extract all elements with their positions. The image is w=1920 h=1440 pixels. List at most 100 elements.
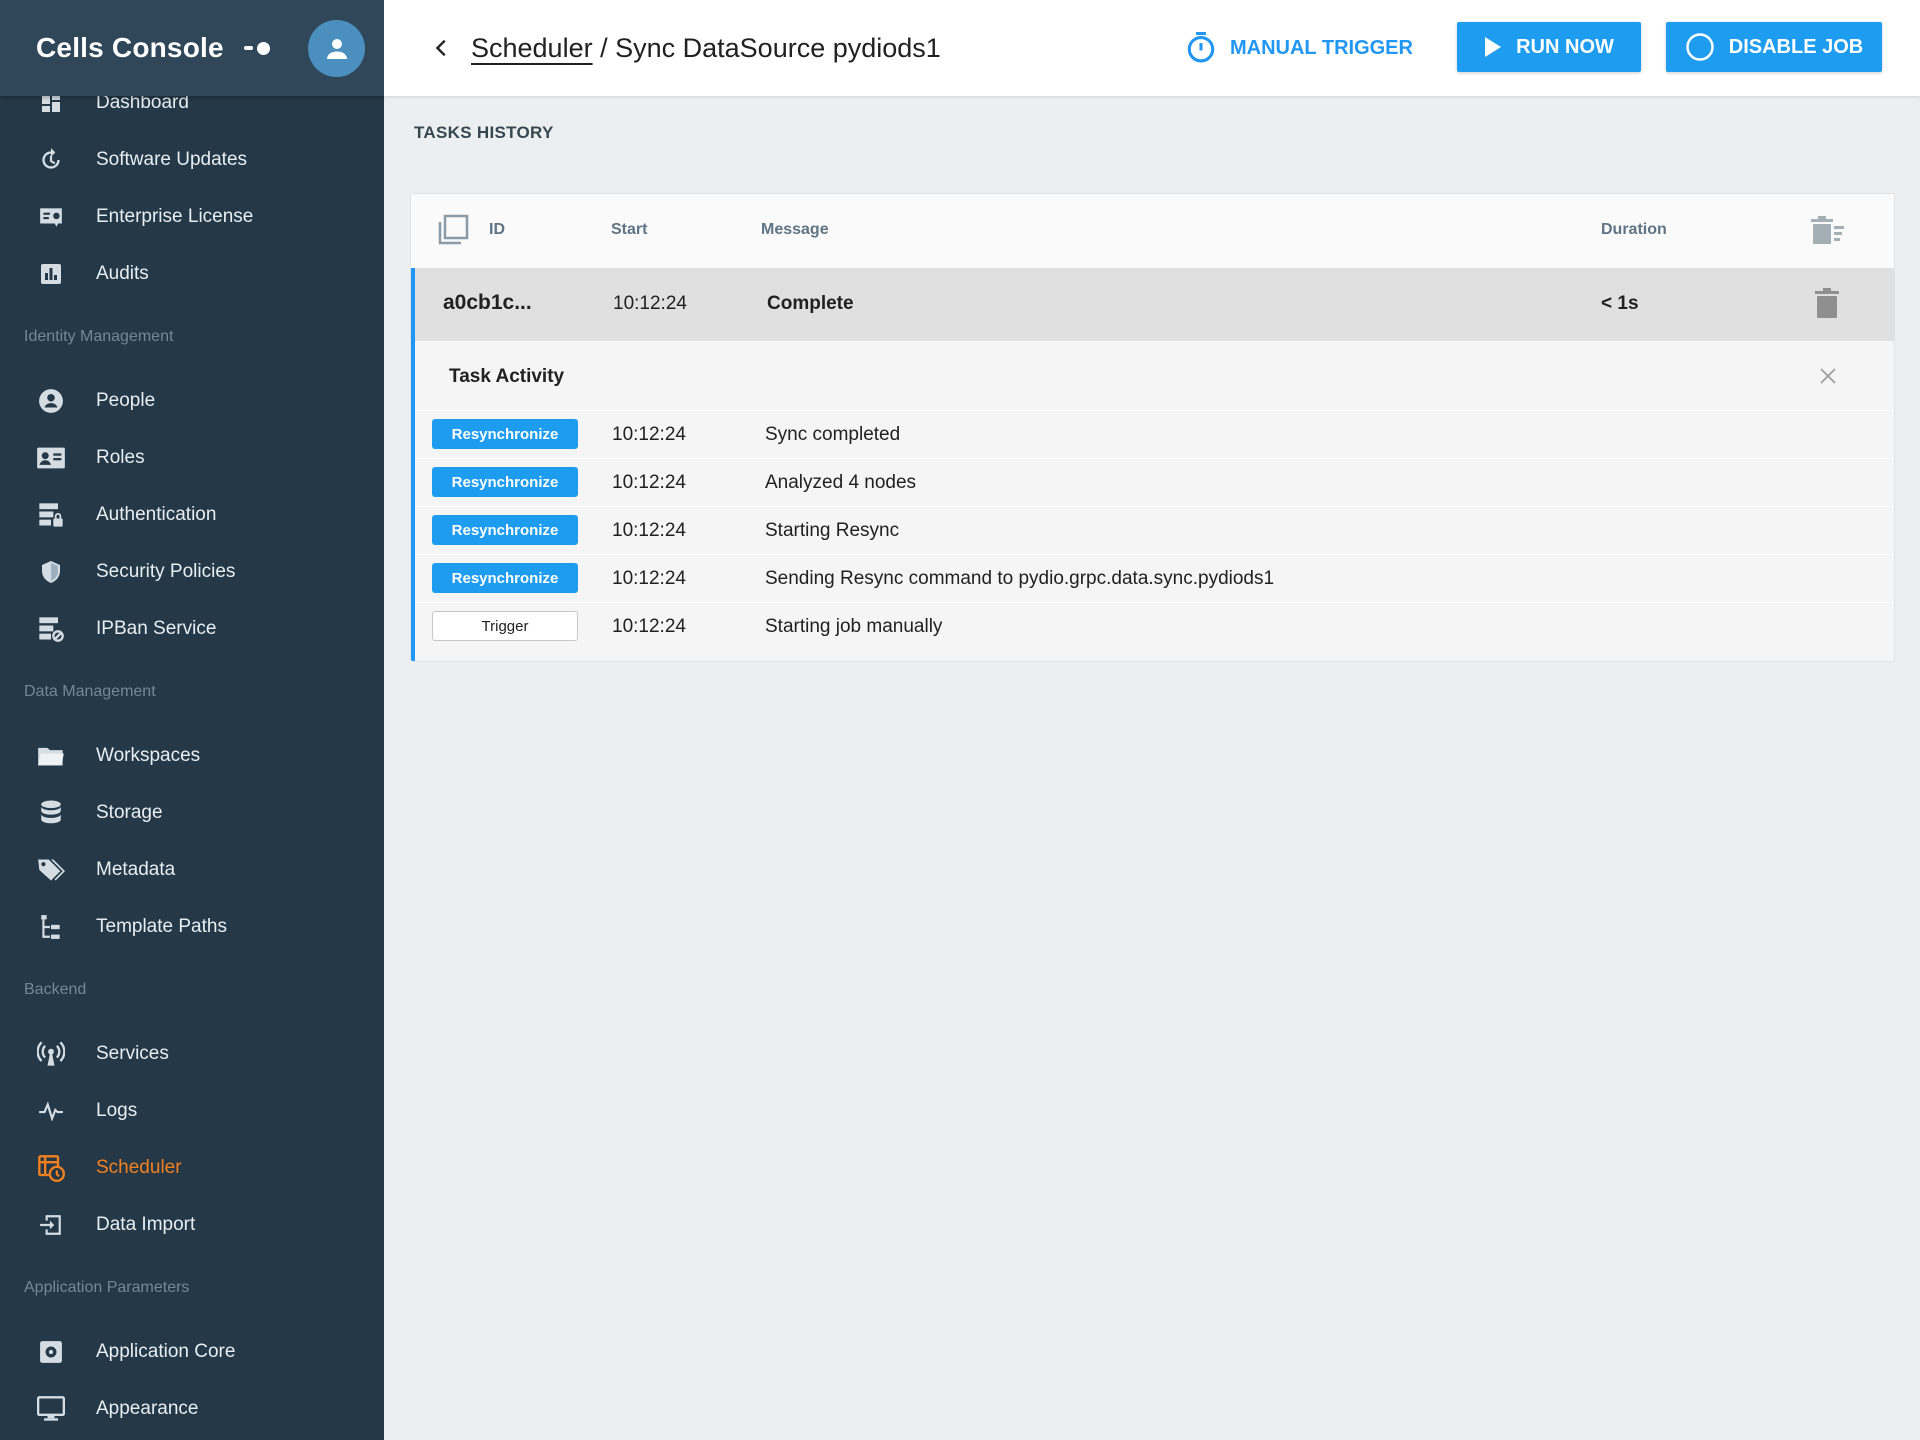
- sidebar-item-storage[interactable]: Storage: [0, 784, 384, 841]
- circle-outline-icon: [1685, 32, 1715, 62]
- sidebar-item-label: Data Import: [96, 1213, 196, 1235]
- sidebar-item-label: Enterprise License: [96, 205, 254, 227]
- list-item: Resynchronize 10:12:24 Starting Resync: [415, 506, 1894, 554]
- sidebar-item-people[interactable]: People: [0, 372, 384, 429]
- sidebar-item-data-import[interactable]: Data Import: [0, 1196, 384, 1253]
- import-icon: [36, 1210, 66, 1240]
- sidebar-item-label: Template Paths: [96, 915, 227, 937]
- activity-time: 10:12:24: [612, 616, 686, 637]
- calendar-clock-icon: [36, 1153, 66, 1183]
- top-bar: Scheduler / Sync DataSource pydiods1 MAN…: [384, 0, 1920, 96]
- dashboard-icon: [36, 96, 66, 118]
- sidebar-item-label: Logs: [96, 1099, 138, 1121]
- delete-icon[interactable]: [1815, 288, 1843, 320]
- tags-icon: [36, 855, 66, 885]
- task-start: 10:12:24: [613, 293, 687, 314]
- timer-icon: [1186, 32, 1216, 64]
- sidebar: Cells Console Dashboard Software Updates…: [0, 0, 384, 1440]
- sidebar-item-label: IPBan Service: [96, 617, 217, 639]
- sidebar-item-label: Security Policies: [96, 560, 236, 582]
- sidebar-item-software-updates[interactable]: Software Updates: [0, 131, 384, 188]
- list-item: Trigger 10:12:24 Starting job manually: [415, 602, 1894, 650]
- sidebar-item-roles[interactable]: Roles: [0, 429, 384, 486]
- sidebar-item-enterprise-license[interactable]: Enterprise License: [0, 188, 384, 245]
- sidebar-item-audits[interactable]: Audits: [0, 245, 384, 302]
- manual-trigger-button[interactable]: MANUAL TRIGGER: [1186, 30, 1413, 66]
- list-item: Resynchronize 10:12:24 Sending Resync co…: [415, 554, 1894, 602]
- sidebar-toggle-icon[interactable]: [244, 38, 274, 58]
- chart-icon: [36, 259, 66, 289]
- activity-message: Sending Resync command to pydio.grpc.dat…: [765, 568, 1275, 589]
- chevron-left-icon: [435, 39, 446, 57]
- run-now-label: RUN NOW: [1516, 35, 1614, 58]
- sidebar-item-services[interactable]: Services: [0, 1025, 384, 1082]
- person-icon: [36, 386, 66, 416]
- sidebar-item-label: Appearance: [96, 1397, 199, 1419]
- sidebar-item-label: Roles: [96, 446, 145, 468]
- disable-job-label: DISABLE JOB: [1728, 35, 1864, 58]
- sidebar-item-label: Metadata: [96, 858, 176, 880]
- disable-job-button[interactable]: DISABLE JOB: [1666, 22, 1882, 72]
- task-id: a0cb1c...: [443, 291, 532, 314]
- sidebar-item-template-paths[interactable]: Template Paths: [0, 898, 384, 955]
- activity-message: Analyzed 4 nodes: [765, 472, 917, 493]
- pulse-icon: [36, 1096, 66, 1126]
- bulk-delete-icon[interactable]: [1811, 216, 1845, 246]
- activity-time: 10:12:24: [612, 520, 686, 541]
- table-row[interactable]: a0cb1c... 10:12:24 Complete < 1s: [411, 268, 1894, 341]
- task-activity-panel: Task Activity Resynchronize 10:12:24 Syn…: [411, 341, 1894, 661]
- sidebar-item-label: Audits: [96, 262, 149, 284]
- sidebar-item-ipban-service[interactable]: IPBan Service: [0, 600, 384, 657]
- back-button[interactable]: [424, 30, 460, 66]
- activity-message: Starting Resync: [765, 520, 900, 541]
- sidebar-item-security-policies[interactable]: Security Policies: [0, 543, 384, 600]
- sidebar-item-authentication[interactable]: Authentication: [0, 486, 384, 543]
- database-icon: [36, 798, 66, 828]
- sidebar-item-application-core[interactable]: Application Core: [0, 1323, 384, 1380]
- section-application-parameters: Application Parameters: [24, 1279, 190, 1296]
- sidebar-item-logs[interactable]: Logs: [0, 1082, 384, 1139]
- list-item: Resynchronize 10:12:24 Analyzed 4 nodes: [415, 458, 1894, 506]
- page-title: Sync DataSource pydiods1: [615, 33, 941, 63]
- app-title: Cells Console: [36, 32, 224, 63]
- activity-message: Starting job manually: [765, 616, 943, 637]
- task-message: Complete: [767, 293, 854, 314]
- sidebar-item-label: Services: [96, 1042, 169, 1064]
- column-duration[interactable]: Duration: [1601, 221, 1667, 239]
- select-all-icon[interactable]: [437, 214, 469, 246]
- sidebar-scroll[interactable]: Dashboard Software Updates Enterprise Li…: [0, 96, 384, 1440]
- sidebar-item-label: Authentication: [96, 503, 217, 525]
- activity-time: 10:12:24: [612, 424, 686, 445]
- run-now-button[interactable]: RUN NOW: [1457, 22, 1641, 72]
- activity-message: Sync completed: [765, 424, 901, 445]
- section-identity-management: Identity Management: [24, 328, 174, 345]
- sidebar-item-appearance[interactable]: Appearance: [0, 1380, 384, 1437]
- close-icon[interactable]: [1815, 363, 1841, 389]
- tasks-table: ID Start Message Duration a0cb1c... 10:1…: [410, 193, 1895, 662]
- breadcrumb-link-scheduler[interactable]: Scheduler: [471, 33, 593, 63]
- shield-icon: [36, 557, 66, 587]
- section-backend: Backend: [24, 981, 87, 998]
- status-badge: Resynchronize: [432, 563, 578, 593]
- column-message[interactable]: Message: [761, 221, 829, 239]
- sidebar-item-scheduler[interactable]: Scheduler: [0, 1139, 384, 1196]
- server-lock-icon: [36, 500, 66, 530]
- sidebar-item-dashboard[interactable]: Dashboard: [0, 96, 384, 131]
- avatar[interactable]: [308, 20, 365, 77]
- sidebar-item-workspaces[interactable]: Workspaces: [0, 727, 384, 784]
- sidebar-header: Cells Console: [0, 0, 384, 96]
- sidebar-item-metadata[interactable]: Metadata: [0, 841, 384, 898]
- column-start[interactable]: Start: [611, 221, 647, 239]
- id-card-icon: [36, 443, 66, 473]
- column-id[interactable]: ID: [489, 221, 505, 239]
- server-ban-icon: [36, 614, 66, 644]
- sidebar-item-label: Workspaces: [96, 744, 201, 766]
- play-icon: [1484, 36, 1502, 58]
- file-tree-icon: [36, 912, 66, 942]
- status-badge: Resynchronize: [432, 515, 578, 545]
- sidebar-item-label: People: [96, 389, 156, 411]
- sidebar-item-label: Software Updates: [96, 148, 248, 170]
- status-badge: Resynchronize: [432, 467, 578, 497]
- activity-time: 10:12:24: [612, 472, 686, 493]
- manual-trigger-label: MANUAL TRIGGER: [1230, 36, 1413, 59]
